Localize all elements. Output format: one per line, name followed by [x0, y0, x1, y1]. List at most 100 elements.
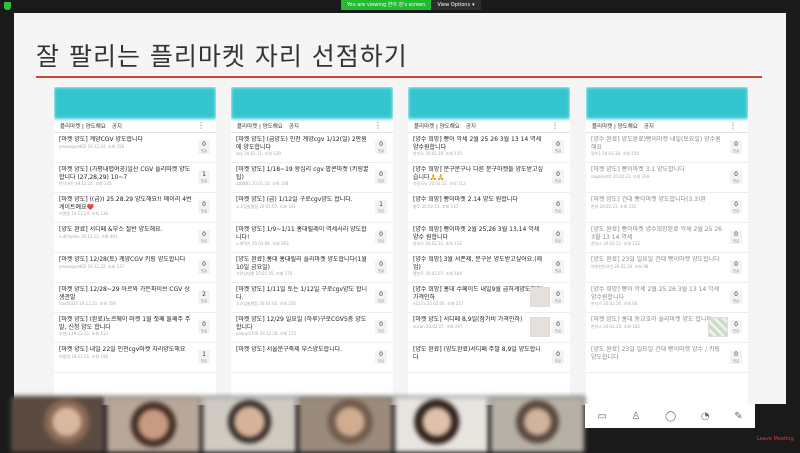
- post-meta: yoany0709 19.12.28. 조회 172: [236, 331, 297, 336]
- participant-video[interactable]: [490, 396, 585, 453]
- list-item[interactable]: [양도 완료] 23일 일요일 건대 빵이마켓 양도합니다 여여한반려견 20.0…: [586, 253, 748, 283]
- list-item[interactable]: [마켓 양도] 계양CGV 양도합니다 yeoangood62 19.12.24.…: [54, 133, 216, 163]
- board-tab[interactable]: 플리마켓 | 양도해요: [237, 122, 283, 130]
- post-title: [마켓 양도] 계양CGV 양도합니다: [59, 136, 144, 143]
- comment-count: 0: [202, 141, 206, 148]
- title-divider: [36, 76, 762, 78]
- comment-count-badge: 0 댓글: [730, 320, 742, 334]
- list-item[interactable]: [마켓 양도] 12/28(토) 계양CGV 키링 양도합니다 yeoangood…: [54, 253, 216, 283]
- post-meta: 빨판트 20.02.07. 조회 184: [413, 271, 462, 276]
- post-meta: 하알모닝 20.02.12. 조회 112: [413, 181, 466, 186]
- comment-count-badge: 0 댓글: [552, 230, 564, 244]
- comment-count-badge: 0 댓글: [375, 350, 387, 364]
- comment-count: 0: [556, 261, 560, 268]
- board-tab[interactable]: 공지: [112, 122, 122, 130]
- list-item[interactable]: [양수 희망] 문구문구나 다른 문구마켓들 양도받고싶습니다🙏🙏 하알모닝 20…: [408, 163, 570, 193]
- comment-count: 0: [734, 141, 738, 148]
- list-item[interactable]: [마켓 양도] 12/28~29 아르와 가든파이브 CGV 상생관발 food0…: [54, 283, 216, 313]
- comment-count-badge: 0 댓글: [198, 200, 210, 214]
- list-item[interactable]: [양수 희망] 빵이마켓 2.14 양도 원합니다 향루 20.02.11. 조회…: [408, 193, 570, 223]
- more-icon[interactable]: ⋮: [197, 121, 205, 130]
- list-item[interactable]: [마켓 양도] 서울문구축제 부스양도합니다. 0 댓글: [231, 343, 393, 373]
- board-tabs: 플리마켓 | 양도해요 공지 ⋮: [231, 119, 393, 133]
- board-tab[interactable]: 플리마켓 | 양도해요: [414, 122, 460, 130]
- participant-video[interactable]: [106, 396, 201, 453]
- phone-screenshot: 플리마켓 | 양도해요 공지 ⋮ [마켓 양도] 계양CGV 양도합니다 yeoango…: [54, 87, 216, 405]
- post-meta: ezy 20.01.11. 조회 129: [236, 151, 281, 156]
- members-icon: ♙: [631, 410, 641, 422]
- post-title: [마켓 양도] 서울문구축제 부스양도합니다.: [236, 346, 343, 353]
- participant-video[interactable]: [394, 396, 489, 453]
- participant-video[interactable]: [298, 396, 393, 453]
- list-item[interactable]: [양수 희망] 빵이 악세 2월 25 26 3월 13 14 역세 양수원합니…: [408, 133, 570, 163]
- list-item[interactable]: [마켓 양도] (완료)노르웨이 마켓 1월 첫째 둘째주 주말, 신청 양도 …: [54, 313, 216, 343]
- write-icon: ✎: [734, 410, 743, 422]
- list-item[interactable]: [마켓 양도] 내일 22일 인천cgv마켓 자리양도해요 이열령 19.12.2…: [54, 343, 216, 373]
- list-item[interactable]: [마켓 양도] 1/9~1/11 홍대릴레이 역세사리 양도합니다! 노래먹기 2…: [231, 223, 393, 253]
- board-tab[interactable]: 공지: [466, 122, 476, 130]
- list-item[interactable]: [양도 완료] 23일 일요일 건대 빵이마켓 양수 / 키링 양도합니다 0 댓글: [586, 343, 748, 373]
- list-item[interactable]: [마켓 양도] (급) 1/12일 구로cgv양도 합니다. 소소잎들행집 20.…: [231, 193, 393, 223]
- participant-video[interactable]: [202, 396, 297, 453]
- comment-label: 댓글: [732, 209, 740, 213]
- list-item[interactable]: [양도 완료] (양도완료)서디페 주말 8,9일 양도합니다 0 댓글: [408, 343, 570, 373]
- post-meta: yeoangood62 19.12.24. 조회 156: [59, 143, 125, 149]
- list-item[interactable]: [양수 희망] 홍대 수페이드 내일9월 급하게양도해요!가격인하 e127a 2…: [408, 283, 570, 313]
- post-title: [마켓 양도] (가평내렵여공)일산 CGV 플리마켓 양도합니다 (27,28…: [59, 166, 191, 181]
- comment-count: 0: [556, 231, 560, 238]
- shield-icon[interactable]: [4, 2, 11, 10]
- list-item[interactable]: [양도 완료] 서디페 &부스 절반 양도해요. 노래꾸ydsu 19.12.23…: [54, 223, 216, 253]
- list-item[interactable]: [마켓 양도] (가평내렵여공)일산 CGV 플리마켓 양도합니다 (27,28…: [54, 163, 216, 193]
- more-icon[interactable]: ⋮: [729, 121, 737, 130]
- board-tab[interactable]: 공지: [644, 122, 654, 130]
- list-item[interactable]: [마켓 양도] ((급)) 25.28.29 양도해요!! 메이리 4번게이트예…: [54, 193, 216, 223]
- post-title: [마켓 양도] (완료)노르웨이 마켓 1월 첫째 둘째주 주말, 신청 양도 …: [59, 316, 191, 331]
- post-meta: 한지스 20.02.11. 조회 132: [413, 241, 462, 246]
- board-tab[interactable]: 플리마켓 | 양도해요: [592, 122, 638, 130]
- more-icon[interactable]: ⋮: [374, 121, 382, 130]
- post-meta: 노래먹기 20.01.06. 조회 163: [236, 241, 289, 246]
- comment-count-badge: 0 댓글: [198, 230, 210, 244]
- leave-meeting-button[interactable]: Leave Meeting: [757, 436, 794, 442]
- board-tab[interactable]: 공지: [289, 122, 299, 130]
- comment-count-badge: 0 댓글: [198, 320, 210, 334]
- post-title: [마켓 양도] 12/28(토) 계양CGV 키링 양도합니다: [59, 256, 186, 263]
- list-item[interactable]: [마켓 양도] 홍대 동교호라 플리마켓 양도 합니다 한지스 20.02.20.…: [586, 313, 748, 343]
- comment-count-badge: 0 댓글: [552, 260, 564, 274]
- list-item[interactable]: [양수 희망] 빵이 악세 2월 25 26 3월 13 14 악세 양수원합니…: [586, 283, 748, 313]
- screen-share-view: You are viewing 한아 강's screen View Optio…: [0, 0, 800, 453]
- list-item[interactable]: [양수 희망] 3월 서폰제, 문구운 양도받고싶어요.(제업) 빨판트 20.0…: [408, 253, 570, 283]
- list-item[interactable]: [양수 완료] 양도완료)빵이마켓 내일(토요일) 양수원해요 명지1 20.03…: [586, 133, 748, 163]
- list-item[interactable]: [마켓 양도] 빵이마켓 3.1 양도합니다 sagakie40 20.02.23…: [586, 163, 748, 193]
- zoom-side-area: [755, 404, 800, 436]
- list-item[interactable]: [마켓 양도] 1/18~19 왕십리 cgv 팝콘마켓 (키링꿀팁) zzB88…: [231, 163, 393, 193]
- list-item[interactable]: [마켓 양도] 서디페 8,9일(참가비 가격인하) susan 20.02.07…: [408, 313, 570, 343]
- list-item[interactable]: [마켓 양도] (급양도) 인천 계양cgv 1/12(일) 2판원에 양도합니…: [231, 133, 393, 163]
- comment-label: 댓글: [200, 269, 208, 273]
- comment-label: 댓글: [732, 179, 740, 183]
- comment-label: 댓글: [200, 299, 208, 303]
- comment-label: 댓글: [377, 239, 385, 243]
- view-options-button[interactable]: View Options ▾: [431, 0, 481, 10]
- comment-label: 댓글: [554, 209, 562, 213]
- comment-count-badge: 0 댓글: [730, 140, 742, 154]
- more-icon[interactable]: ⋮: [551, 121, 559, 130]
- comment-count: 0: [734, 171, 738, 178]
- list-item[interactable]: [양도 완료] 빵이마켓 양수희망완료 악세 2월 25 26 3월 13 14…: [586, 223, 748, 253]
- comment-label: 댓글: [554, 179, 562, 183]
- list-item[interactable]: [양수 희망] 빵이마켓 2월 25,26 3월 13,14 악세 양수 원합니…: [408, 223, 570, 253]
- comment-count-badge: 0 댓글: [552, 140, 564, 154]
- comment-count-badge: 2 댓글: [198, 290, 210, 304]
- post-meta: 한지스 20.02.20. 조회 182: [591, 323, 640, 329]
- comment-count-badge: 0 댓글: [375, 290, 387, 304]
- list-item[interactable]: [마켓 양도] 건대 빵이마켓 양도합니다(3.3)완 한지 20.02.23. …: [586, 193, 748, 223]
- participant-video[interactable]: [10, 396, 105, 453]
- comment-label: 댓글: [554, 269, 562, 273]
- post-title: [양수 희망] 빵이마켓 2월 25,26 3월 13,14 악세 양수 원합니…: [413, 226, 540, 241]
- comment-count: 1: [379, 201, 383, 208]
- list-item[interactable]: [마켓 양도] 1/11일 토는 1/12일 구로cgv양도 합니다. 소소잎들행…: [231, 283, 393, 313]
- list-item[interactable]: [마켓 양도] 12/29 일요일 (하루)구로CGV5층 양도합니다 yoany…: [231, 313, 393, 343]
- list-item[interactable]: [양도 완료] 홍대 홍대릴리 플리마켓 양도합니다(1월10일 금요일) 가연상…: [231, 253, 393, 283]
- post-meta: 이열령 19.12.21. 조회 194: [59, 353, 108, 359]
- board-tab[interactable]: 플리마켓 | 양도해요: [60, 122, 106, 130]
